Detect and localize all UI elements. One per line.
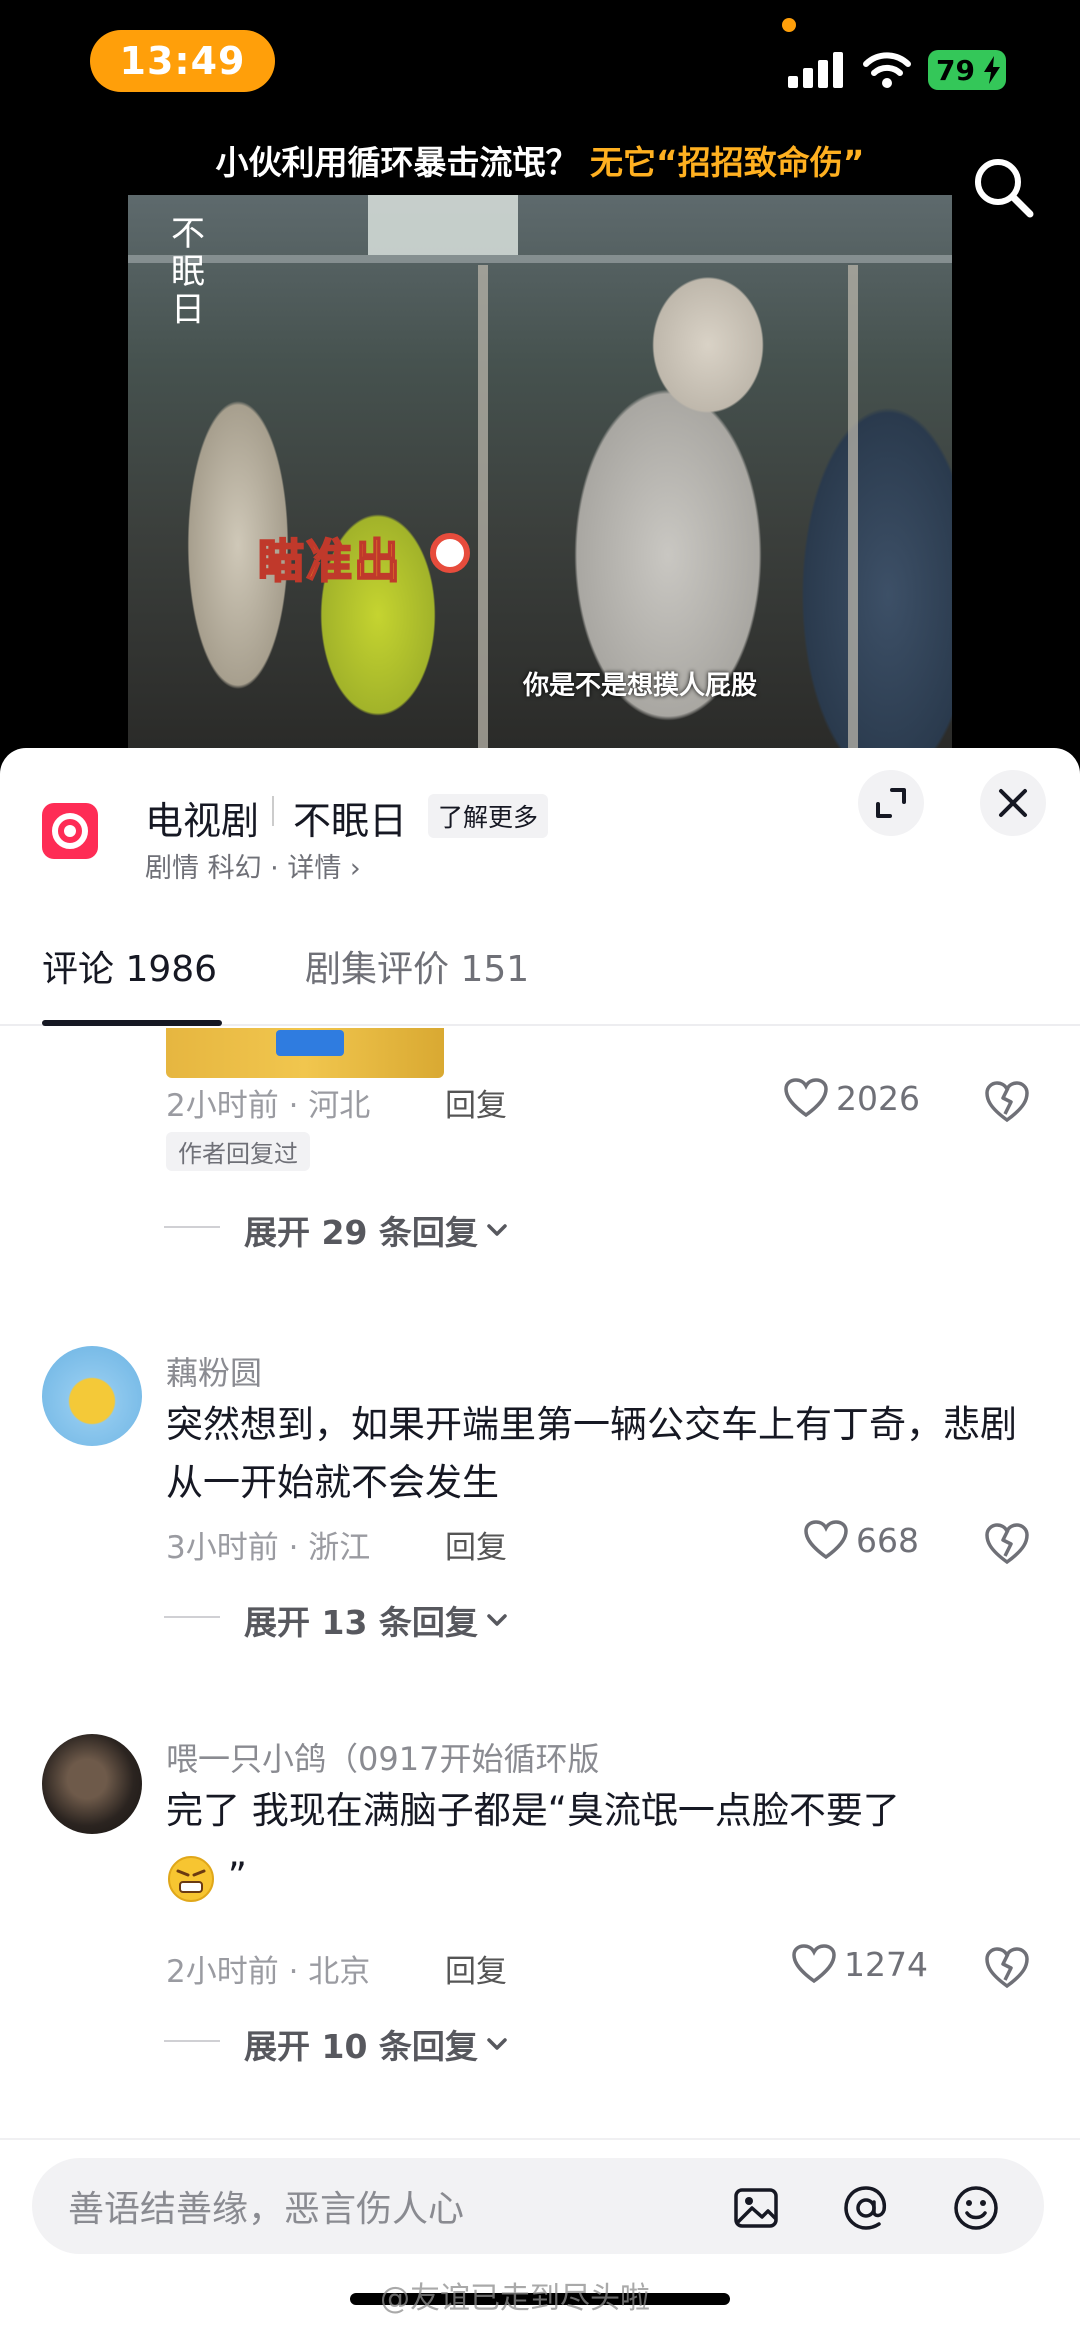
drama-logo-icon[interactable] [42, 803, 98, 859]
video-sticker-text: 瞄准出 [257, 533, 402, 589]
dislike-icon[interactable] [984, 1080, 1030, 1124]
heart-icon [784, 1078, 828, 1118]
like-button[interactable]: 2026 [784, 1078, 920, 1118]
expand-replies-label: 展开 13 条回复 [244, 1603, 478, 1642]
divider [272, 796, 274, 826]
chevron-down-icon [487, 1614, 507, 1626]
expand-replies-button[interactable]: 展开 29 条回复 [164, 1206, 510, 1254]
close-button[interactable] [980, 770, 1046, 836]
avatar[interactable] [42, 1734, 142, 1834]
like-count: 1274 [844, 1944, 928, 1984]
bus-handrail [128, 255, 952, 263]
bus-window [368, 195, 518, 255]
comment-input[interactable]: 善语结善缘，恶言伤人心 [32, 2158, 1044, 2254]
tab-episode-reviews[interactable]: 剧集评价 151 [305, 940, 529, 992]
chevron-down-icon [487, 2038, 507, 2050]
reply-button[interactable]: 回复 [445, 1080, 507, 1125]
comment-time-location: 3小时前 · 浙江 [166, 1530, 371, 1566]
chicken-sticker-icon [430, 533, 470, 573]
angry-face-emoji-icon [168, 1855, 214, 1902]
charging-bolt-icon [984, 56, 1000, 84]
tab-comments[interactable]: 评论 1986 [42, 940, 217, 992]
author-replied-badge: 作者回复过 [166, 1132, 310, 1171]
expand-icon [876, 788, 906, 818]
like-button[interactable]: 1274 [792, 1944, 928, 1984]
expand-replies-label: 展开 10 条回复 [244, 2027, 478, 2066]
comment-text-continuation: ” [166, 1848, 1026, 1906]
expand-replies-label: 展开 29 条回复 [244, 1213, 478, 1252]
comment-time-location: 2小时前 · 河北 [166, 1088, 371, 1124]
avatar[interactable] [42, 1346, 142, 1446]
comments-sheet: 电视剧 不眠日 了解更多 剧情 科幻 · 详情 › 评论 1986 剧集评价 1… [0, 748, 1080, 2337]
video-subtitle: 你是不是想摸人屁股 [522, 671, 757, 701]
like-count: 668 [856, 1520, 919, 1560]
video-title-text: 小伙利用循环暴击流氓？ [215, 143, 579, 182]
close-icon [999, 789, 1027, 817]
comment-input-placeholder: 善语结善缘，恶言伤人心 [68, 2189, 465, 2230]
chevron-down-icon [487, 1224, 507, 1236]
active-tab-indicator [42, 1020, 222, 1026]
search-icon[interactable] [968, 152, 1038, 222]
drama-type[interactable]: 电视剧 [145, 790, 259, 845]
dislike-icon[interactable] [984, 1946, 1030, 1990]
cellular-signal-icon [788, 52, 843, 88]
comment-list: 2小时前 · 河北 回复 2026 作者回复过 展开 29 条回复 藕粉圆 突然… [0, 1028, 1080, 1853]
comment-text-tail: ” [227, 1855, 247, 1898]
comment-text: 完了 我现在满脑子都是“臭流氓一点脸不要了 [166, 1782, 1026, 1840]
status-time[interactable]: 13:49 [90, 30, 275, 92]
comment-tabs: 评论 1986 剧集评价 151 [0, 940, 1080, 1026]
drama-genre-details[interactable]: 剧情 科幻 · 详情 › [145, 846, 361, 885]
learn-more-button[interactable]: 了解更多 [428, 794, 549, 838]
video-title: 小伙利用循环暴击流氓？ 无它“招招致命伤” [0, 136, 1080, 184]
like-count: 2026 [836, 1078, 920, 1118]
comment-time-location: 2小时前 · 北京 [166, 1954, 371, 1990]
expand-replies-button[interactable]: 展开 13 条回复 [164, 1596, 510, 1644]
weibo-watermark: @友谊已走到尽头啦 [380, 2281, 650, 2316]
expand-replies-button[interactable]: 展开 10 条回复 [164, 2020, 510, 2068]
drama-name[interactable]: 不眠日 [293, 790, 407, 845]
wifi-icon [863, 52, 911, 88]
status-bar: 13:49 79 [0, 0, 1080, 130]
reply-button[interactable]: 回复 [445, 1522, 507, 1567]
comment-username[interactable]: 藕粉圆 [166, 1348, 262, 1394]
heart-icon [804, 1520, 848, 1560]
reply-button[interactable]: 回复 [445, 1946, 507, 1991]
comment-text: 突然想到，如果开端里第一辆公交车上有丁奇，悲剧从一开始就不会发生 [166, 1403, 1017, 1504]
image-icon[interactable] [732, 2184, 780, 2232]
dislike-icon[interactable] [984, 1522, 1030, 1566]
privacy-indicator-dot [782, 18, 796, 32]
show-watermark: 不眠日 [171, 214, 205, 330]
battery-level: 79 [936, 53, 975, 87]
comment-username[interactable]: 喂一只小鸽（0917开始循环版 [166, 1734, 599, 1780]
battery-indicator: 79 [928, 50, 1006, 90]
video-player[interactable]: 不眠日 瞄准出 你是不是想摸人屁股 [128, 195, 952, 755]
emoji-icon[interactable] [952, 2184, 1000, 2232]
expand-button[interactable] [858, 770, 924, 836]
like-button[interactable]: 668 [804, 1520, 919, 1560]
video-title-highlight: 无它“招招致命伤” [590, 143, 865, 182]
comment-text-body: 完了 我现在满脑子都是“臭流氓一点脸不要了 [166, 1789, 900, 1832]
heart-icon [792, 1944, 836, 1984]
mention-icon[interactable] [842, 2184, 890, 2232]
comment-image[interactable] [166, 1028, 444, 1078]
